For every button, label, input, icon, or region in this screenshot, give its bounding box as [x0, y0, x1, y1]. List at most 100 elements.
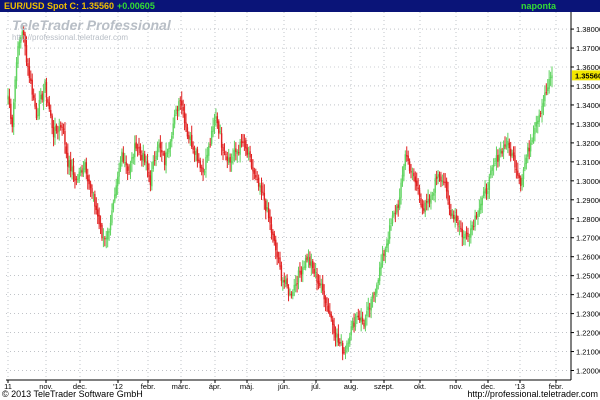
candle-body	[500, 149, 502, 154]
y-tick-label: 1.28000	[576, 215, 600, 224]
candle-body	[411, 171, 414, 173]
candle-body	[31, 79, 33, 95]
candle-body	[423, 208, 425, 211]
candle-body	[418, 189, 421, 197]
candle-body	[360, 316, 362, 323]
candle-body	[344, 349, 347, 352]
candle-body	[458, 226, 461, 228]
candle-body	[210, 130, 213, 144]
candle-body	[181, 100, 183, 106]
candle-body	[463, 236, 465, 239]
candle-body	[59, 125, 62, 128]
candle-body	[111, 210, 113, 223]
candle-body	[461, 228, 463, 238]
candle-body	[403, 166, 405, 177]
y-tick-label: 1.31000	[576, 158, 600, 167]
candle-body	[534, 127, 536, 135]
candle-body	[95, 205, 97, 210]
candle-body	[119, 160, 122, 170]
y-tick-label: 1.26000	[576, 253, 600, 262]
candle-body	[218, 121, 220, 134]
candle-body	[306, 256, 308, 260]
candle-body	[380, 263, 382, 269]
candle-body	[14, 79, 16, 102]
candle-body	[408, 161, 411, 171]
candle-body	[226, 156, 229, 161]
candle-body	[394, 212, 397, 214]
candle-body	[304, 258, 307, 269]
candle-body	[171, 135, 173, 142]
candle-body	[313, 268, 315, 274]
candle-body	[522, 169, 525, 180]
candle-body	[134, 143, 136, 158]
candle-body	[502, 145, 505, 153]
candle-body	[294, 284, 297, 286]
candle-body	[55, 125, 58, 131]
candle-body	[255, 175, 257, 178]
candle-body	[88, 179, 90, 185]
candle-body	[118, 168, 120, 177]
candle-body	[267, 208, 270, 219]
candle-body	[407, 155, 409, 162]
candle-body	[455, 215, 458, 221]
candle-body	[414, 176, 416, 183]
candle-body	[151, 169, 153, 187]
candle-body	[450, 209, 452, 217]
candle-body	[521, 177, 523, 186]
candle-body	[11, 117, 13, 127]
candle-body	[467, 232, 469, 237]
candle-body	[58, 126, 60, 132]
candle-body	[537, 120, 539, 124]
candle-body	[337, 333, 340, 343]
candle-body	[302, 267, 304, 275]
candle-body	[262, 191, 264, 193]
candle-body	[206, 154, 209, 158]
candle-body	[416, 180, 418, 187]
candle-body	[249, 151, 251, 158]
candle-body	[289, 292, 291, 294]
x-tick-label: máj.	[240, 382, 254, 391]
candle-body	[353, 322, 355, 327]
candle-body	[219, 131, 221, 133]
candle-body	[421, 203, 424, 209]
candle-body	[78, 171, 80, 180]
candle-body	[99, 222, 102, 227]
candle-body	[146, 161, 149, 171]
candle-body	[340, 342, 342, 344]
candle-body	[125, 162, 127, 166]
candle-body	[149, 175, 152, 186]
candle-body	[82, 168, 85, 174]
x-tick-label: júl.	[310, 382, 321, 391]
candle-body	[236, 151, 238, 154]
candle-body	[443, 181, 445, 183]
candle-body	[8, 96, 11, 105]
candle-body	[45, 81, 48, 98]
candle-body	[518, 175, 520, 179]
candle-body	[128, 172, 130, 174]
candle-body	[393, 212, 395, 216]
candle-body	[189, 136, 191, 141]
candle-body	[283, 279, 285, 283]
candle-body	[339, 341, 341, 344]
candle-body	[79, 169, 82, 173]
candle-body	[464, 234, 466, 239]
candle-body	[169, 141, 172, 149]
candle-body	[87, 175, 89, 182]
candle-body	[42, 91, 45, 102]
candle-body	[183, 112, 186, 124]
candle-body	[61, 126, 63, 128]
candle-body	[490, 170, 492, 176]
candle-body	[40, 94, 42, 100]
candle-body	[465, 232, 468, 235]
candle-body	[242, 141, 244, 143]
instrument-title: EUR/USD Spot C: 1.35560 +0.00605	[4, 1, 155, 11]
candle-body	[529, 142, 532, 152]
candle-body	[497, 155, 499, 162]
candle-body	[401, 174, 404, 183]
period-label: naponta	[521, 1, 556, 11]
y-tick-label: 1.32000	[576, 139, 600, 148]
candle-body	[91, 188, 93, 194]
candle-body	[431, 194, 434, 196]
candle-body	[250, 159, 253, 168]
candle-body	[427, 198, 429, 204]
